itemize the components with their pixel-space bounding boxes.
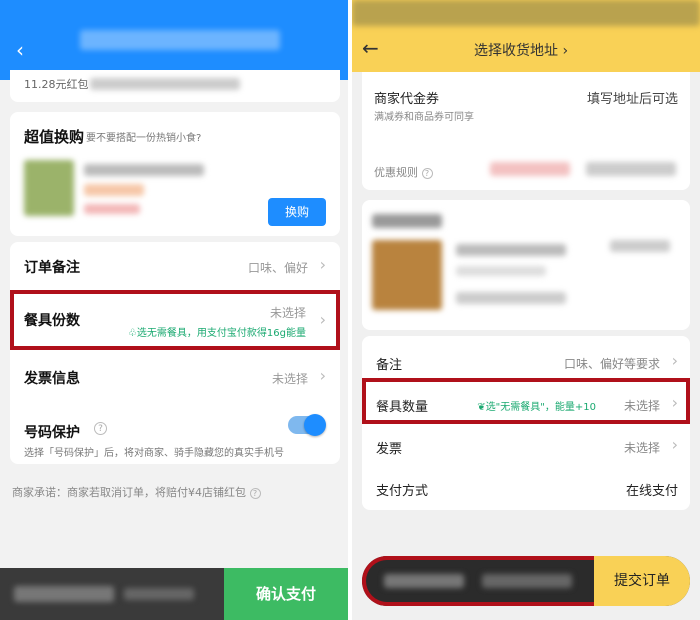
blurred-discount-total [586,162,676,176]
question-circle-icon: ? [421,168,433,179]
left-screen: ‹ 11.28元红包 超值换购 要不要搭配一份热销小食? 换购 订单备注 口味、… [0,0,348,620]
swap-card: 超值换购 要不要搭配一份热销小食? 换购 [10,112,340,236]
product-image [24,160,74,216]
swap-subtitle: 要不要搭配一份热销小食? [86,133,202,144]
submit-order-button[interactable]: 提交订单 [594,556,690,606]
privacy-label: 号码保护 [24,425,80,441]
merchant-promise: 商家承诺：商家若取消订单，将赔付¥4店铺红包 ? [12,484,261,500]
chevron-right-icon: › [319,255,326,274]
note-value: 口味、偏好 [247,261,308,275]
invoice-value: 未选择 [623,441,660,455]
discount-rule[interactable]: 优惠规则 ? [374,164,433,180]
invoice-value: 未选择 [271,372,308,386]
privacy-description: 选择「号码保护」后，将对商家、骑手隐藏您的真实手机号 [24,448,284,459]
invoice-row[interactable]: 发票信息 未选择 › [10,354,340,400]
note-value: 口味、偏好等要求 [563,357,660,371]
blurred-discount-amount [490,162,570,176]
blurred-shop-name [372,214,442,228]
invoice-label: 发票信息 [24,371,80,387]
privacy-row: 号码保护 ? 选择「号码保护」后，将对商家、骑手隐藏您的真实手机号 [10,410,340,462]
invoice-row[interactable]: 发票 未选择 › [362,426,690,466]
payment-value: 在线支付 [625,484,678,499]
chevron-right-icon: › [671,351,678,370]
voucher-card: 商家代金券 填写地址后可选 满减券和商品券可同享 优惠规则 ? [362,72,690,190]
note-label: 订单备注 [24,260,80,276]
address-select[interactable]: 选择收货地址 › [474,40,568,60]
blurred-product-spec [456,266,546,276]
blurred-product-price [84,184,144,196]
confirm-pay-button[interactable]: 确认支付 [224,568,348,620]
voucher-subtitle: 满减券和商品券可同享 [374,112,474,123]
back-arrow-icon[interactable]: ‹ [16,40,24,60]
payment-row[interactable]: 支付方式 在线支付 [362,468,690,508]
redpack-text: 11.28元红包 [24,78,89,91]
header-bar: ← 选择收货地址 › [352,0,700,72]
blurred-discount [124,588,194,600]
product-card [362,200,690,330]
back-arrow-icon[interactable]: ← [362,38,379,58]
order-options-card: 订单备注 口味、偏好 › 餐具份数 未选择 ♧选无需餐具，用支付宝付款得16g能… [10,242,340,464]
total-area [0,568,224,620]
product-image [372,240,442,310]
highlight-box-bottom [362,556,594,606]
blurred-product-tag [84,204,140,214]
voucher-label: 商家代金券 [374,92,440,107]
note-label: 备注 [376,358,403,373]
blurred-status-bar [352,0,700,26]
header-bar: ‹ [0,0,348,80]
voucher-value: 填写地址后可选 [586,92,678,107]
chevron-right-icon: › [562,43,569,59]
payment-label: 支付方式 [376,484,429,499]
blurred-product-name [84,164,204,176]
toggle-knob [304,414,326,436]
chevron-right-icon: › [319,366,326,385]
swap-button[interactable]: 换购 [268,198,326,226]
blurred-redpack-detail [90,78,240,90]
bottom-bar: 确认支付 [0,568,348,620]
blurred-header-text [80,30,280,50]
swap-title: 超值换购 [24,128,85,146]
blurred-product-name [456,244,566,256]
redpack-card: 11.28元红包 [10,70,340,102]
invoice-label: 发票 [376,442,403,457]
blurred-total [14,586,114,602]
note-row[interactable]: 订单备注 口味、偏好 › [10,242,340,288]
privacy-toggle[interactable] [288,414,326,436]
blurred-product-price [456,292,566,304]
blurred-product-qty [610,240,670,252]
highlight-box-utensil [362,378,690,424]
right-screen: ← 选择收货地址 › 商家代金券 填写地址后可选 满减券和商品券可同享 优惠规则… [352,0,700,620]
highlight-box-utensil [10,290,340,350]
chevron-right-icon: › [671,435,678,454]
question-circle-icon[interactable]: ? [94,422,107,435]
question-circle-icon[interactable]: ? [249,488,261,499]
